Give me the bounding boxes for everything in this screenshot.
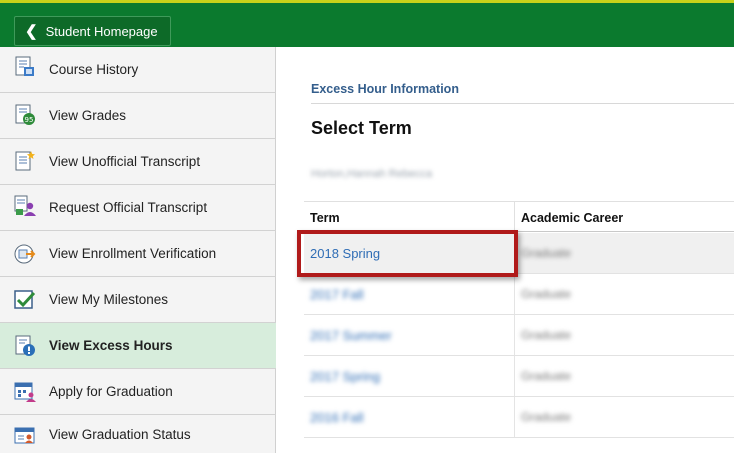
column-divider	[514, 202, 515, 233]
course-history-icon	[15, 56, 34, 76]
column-header-term: Term	[310, 211, 340, 225]
sidebar-item-view-grades[interactable]: 95 View Grades	[0, 93, 276, 139]
term-link[interactable]: 2017 Spring	[310, 369, 380, 384]
column-divider	[514, 274, 515, 314]
svg-text:95: 95	[25, 116, 34, 124]
graduation-calendar-icon	[14, 382, 36, 402]
sidebar-item-label: Request Official Transcript	[49, 200, 208, 215]
section-title: Excess Hour Information	[311, 82, 459, 96]
table-row[interactable]: 2018 Spring Graduate	[304, 233, 734, 274]
section-divider	[311, 103, 734, 104]
enrollment-verification-icon	[14, 244, 36, 264]
sidebar-item-label: Apply for Graduation	[49, 384, 173, 399]
table-row[interactable]: 2016 Fall Graduate	[304, 397, 734, 438]
sidebar-item-label: View Enrollment Verification	[49, 246, 217, 261]
sidebar-item-unofficial-transcript[interactable]: View Unofficial Transcript	[0, 139, 276, 185]
request-transcript-icon	[14, 195, 36, 216]
column-divider	[514, 356, 515, 396]
student-name: Horton,Hannah Rebecca	[311, 168, 433, 180]
career-cell: Graduate	[521, 328, 572, 342]
table-row[interactable]: 2017 Spring Graduate	[304, 356, 734, 397]
sidebar-item-label: View Grades	[49, 108, 127, 123]
student-homepage-button[interactable]: ❮ Student Homepage	[14, 16, 171, 46]
career-cell: Graduate	[521, 246, 572, 260]
sidebar-item-enrollment-verification[interactable]: View Enrollment Verification	[0, 231, 276, 277]
career-cell: Graduate	[521, 410, 572, 424]
sidebar-item-label: Course History	[49, 62, 139, 77]
column-divider	[514, 233, 515, 273]
sidebar-item-milestones[interactable]: View My Milestones	[0, 277, 276, 323]
page-title: Select Term	[311, 118, 412, 138]
sidebar-nav: Course History 95 View Grades View Unoff…	[0, 47, 276, 453]
table-row[interactable]: 2017 Fall Graduate	[304, 274, 734, 315]
sidebar-item-excess-hours[interactable]: View Excess Hours	[0, 323, 276, 369]
sidebar-item-request-transcript[interactable]: Request Official Transcript	[0, 185, 276, 231]
column-divider	[514, 397, 515, 437]
term-link[interactable]: 2017 Fall	[310, 287, 363, 302]
career-cell: Graduate	[521, 369, 572, 383]
sidebar-item-apply-graduation[interactable]: Apply for Graduation	[0, 369, 276, 415]
student-homepage-label: Student Homepage	[45, 23, 158, 39]
sidebar-item-label: View Unofficial Transcript	[49, 154, 201, 169]
chevron-left-icon: ❮	[25, 22, 38, 40]
milestones-icon	[14, 290, 36, 309]
sidebar-item-label: View Graduation Status	[49, 426, 191, 442]
grades-icon: 95	[15, 104, 35, 125]
table-row[interactable]: 2017 Summer Graduate	[304, 315, 734, 356]
column-header-academic-career: Academic Career	[521, 211, 624, 225]
sidebar-item-label: View My Milestones	[49, 292, 169, 307]
graduation-status-icon	[14, 427, 35, 444]
term-link[interactable]: 2016 Fall	[310, 410, 363, 425]
transcript-icon	[15, 151, 35, 171]
top-banner: ❮ Student Homepage	[0, 0, 734, 47]
term-link[interactable]: 2018 Spring	[310, 246, 380, 261]
excess-hours-icon	[15, 335, 35, 356]
main-content: Excess Hour Information Select Term Hort…	[277, 47, 734, 453]
term-link[interactable]: 2017 Summer	[310, 328, 392, 343]
sidebar-item-graduation-status[interactable]: View Graduation Status	[0, 415, 276, 453]
sidebar-item-course-history[interactable]: Course History	[0, 47, 276, 93]
sidebar-item-label: View Excess Hours	[49, 338, 173, 353]
career-cell: Graduate	[521, 287, 572, 301]
table-header: Term Academic Career	[304, 201, 734, 233]
column-divider	[514, 315, 515, 355]
